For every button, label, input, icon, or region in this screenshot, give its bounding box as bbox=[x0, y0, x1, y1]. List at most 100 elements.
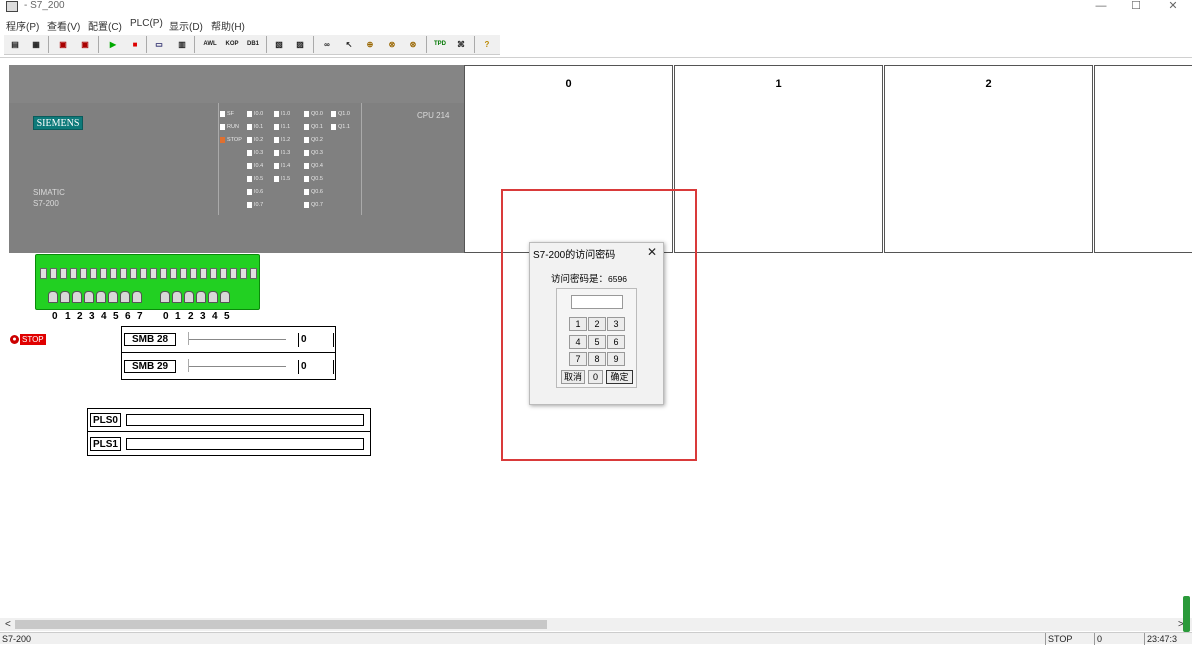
key-0[interactable]: 0 bbox=[588, 370, 603, 384]
led-i1-5 bbox=[274, 176, 279, 182]
db1-button[interactable]: DB1 bbox=[243, 37, 263, 52]
led-i1-0 bbox=[274, 111, 279, 117]
input-switch-i1-2[interactable] bbox=[184, 291, 194, 303]
ok-button[interactable]: 确定 bbox=[606, 370, 633, 384]
pointer-icon[interactable]: ↖ bbox=[341, 37, 357, 52]
key-5[interactable]: 5 bbox=[588, 335, 606, 349]
menu-plc[interactable]: PLC(P) bbox=[130, 18, 163, 29]
close-icon[interactable]: ✕ bbox=[647, 245, 657, 259]
led-q1-0 bbox=[331, 111, 336, 117]
input-switch-i1-0[interactable] bbox=[160, 291, 170, 303]
input-switch-i0-4[interactable] bbox=[96, 291, 106, 303]
save-program-icon[interactable]: ▦ bbox=[28, 37, 44, 52]
smb-slider-track[interactable] bbox=[188, 366, 286, 368]
key-8[interactable]: 8 bbox=[588, 352, 606, 366]
led-i1-3 bbox=[274, 150, 279, 156]
maximize-icon[interactable]: ☐ bbox=[1127, 0, 1145, 13]
key-3[interactable]: 3 bbox=[607, 317, 625, 331]
toolbar: ▤ ▦ ▣ ▣ ▶ ■ ▭ ▥ AWL KOP DB1 ▧ ▨ ∞ ↖ ⊕ ⊗ … bbox=[4, 35, 500, 55]
tpd-icon[interactable]: TPD bbox=[430, 37, 450, 52]
led-i0-6 bbox=[247, 189, 252, 195]
glasses-icon[interactable]: ∞ bbox=[319, 37, 335, 52]
password-input[interactable] bbox=[571, 295, 623, 309]
input-switch-i0-0[interactable] bbox=[48, 291, 58, 303]
lock-icon[interactable]: ⊕ bbox=[362, 37, 378, 52]
upload-plc-icon[interactable]: ▣ bbox=[77, 37, 93, 52]
smb-slider-thumb[interactable] bbox=[188, 332, 191, 345]
led-i0-7 bbox=[247, 202, 252, 208]
scroll-thumb[interactable] bbox=[15, 620, 547, 629]
brand-line-1: SIMATIC bbox=[33, 188, 65, 197]
kop-button[interactable]: KOP bbox=[222, 37, 242, 52]
pls-label: PLS1 bbox=[90, 437, 121, 451]
stop-status-icon: ● bbox=[10, 335, 19, 344]
key-1[interactable]: 1 bbox=[569, 317, 587, 331]
cancel-button[interactable]: 取消 bbox=[561, 370, 585, 384]
help-icon[interactable]: ? bbox=[479, 37, 495, 52]
menu-view[interactable]: 查看(V) bbox=[47, 18, 80, 33]
stop-icon[interactable]: ■ bbox=[127, 37, 143, 52]
minimize-icon[interactable]: — bbox=[1092, 0, 1110, 13]
input-number: 4 bbox=[212, 311, 219, 322]
resize-grip[interactable] bbox=[1183, 596, 1190, 632]
plc-brand: SIMATIC S7-200 bbox=[33, 187, 65, 209]
input-switch-i1-3[interactable] bbox=[196, 291, 206, 303]
s7-app-icon bbox=[6, 1, 18, 12]
led-label: I1.2 bbox=[281, 137, 291, 143]
input-number: 0 bbox=[52, 311, 59, 322]
smb-label: SMB 28 bbox=[124, 333, 176, 346]
chart-icon[interactable]: ▨ bbox=[292, 37, 308, 52]
smb-slider-thumb[interactable] bbox=[188, 359, 191, 372]
cpu-model-label: CPU 214 bbox=[417, 111, 450, 120]
lock-open-icon[interactable]: ⊗ bbox=[384, 37, 400, 52]
input-switch-i0-2[interactable] bbox=[72, 291, 82, 303]
input-switch-i1-4[interactable] bbox=[208, 291, 218, 303]
menu-help[interactable]: 帮助(H) bbox=[211, 18, 245, 33]
open-program-icon[interactable]: ▤ bbox=[7, 37, 23, 52]
state-table-icon[interactable]: ▧ bbox=[271, 37, 287, 52]
load-plc-icon[interactable]: ▣ bbox=[55, 37, 71, 52]
key-7[interactable]: 7 bbox=[569, 352, 587, 366]
horizontal-scrollbar[interactable]: < > bbox=[0, 618, 1192, 631]
status-bar: S7-200 STOP 0 23:47:3 bbox=[0, 632, 1192, 645]
slot-number: 1 bbox=[775, 78, 782, 90]
input-switch-i0-7[interactable] bbox=[132, 291, 142, 303]
run-icon[interactable]: ▶ bbox=[105, 37, 121, 52]
expansion-slot-1[interactable]: 1 bbox=[674, 65, 883, 253]
close-icon[interactable]: ✕ bbox=[1164, 0, 1182, 13]
input-switch-i1-1[interactable] bbox=[172, 291, 182, 303]
menu-program[interactable]: 程序(P) bbox=[6, 18, 39, 33]
lock-arrow-icon[interactable]: ⊛ bbox=[405, 37, 421, 52]
printer-icon[interactable]: ▥ bbox=[174, 37, 190, 52]
led-label: I0.2 bbox=[254, 137, 264, 143]
menu-display[interactable]: 显示(D) bbox=[169, 18, 203, 33]
input-switch-i0-6[interactable] bbox=[120, 291, 130, 303]
input-switch-i0-5[interactable] bbox=[108, 291, 118, 303]
key-2[interactable]: 2 bbox=[588, 317, 606, 331]
input-number: 6 bbox=[125, 311, 132, 322]
status-time: 23:47:3 bbox=[1147, 634, 1178, 644]
key-9[interactable]: 9 bbox=[607, 352, 625, 366]
input-switch-i1-5[interactable] bbox=[220, 291, 230, 303]
input-number: 1 bbox=[65, 311, 72, 322]
smb-slider-track[interactable] bbox=[188, 339, 286, 341]
key-6[interactable]: 6 bbox=[607, 335, 625, 349]
input-number: 0 bbox=[163, 311, 170, 322]
led-q0-0 bbox=[304, 111, 309, 117]
led-q0-7 bbox=[304, 202, 309, 208]
input-switch-i0-3[interactable] bbox=[84, 291, 94, 303]
input-switch-i0-1[interactable] bbox=[60, 291, 70, 303]
led-q1-1 bbox=[331, 124, 336, 130]
status-program: S7-200 bbox=[2, 634, 32, 644]
led-q0-2 bbox=[304, 137, 309, 143]
expansion-slot-3[interactable] bbox=[1094, 65, 1192, 253]
scroll-left-icon[interactable]: < bbox=[5, 618, 11, 631]
key-4[interactable]: 4 bbox=[569, 335, 587, 349]
monitor-icon[interactable]: ▭ bbox=[151, 37, 167, 52]
awl-button[interactable]: AWL bbox=[200, 37, 220, 52]
menu-config[interactable]: 配置(C) bbox=[88, 18, 122, 33]
network-icon[interactable]: ⌘ bbox=[453, 37, 469, 52]
expansion-slot-2[interactable]: 2 bbox=[884, 65, 1093, 253]
password-code: 6596 bbox=[608, 274, 627, 284]
led-label: Q0.6 bbox=[311, 189, 323, 195]
